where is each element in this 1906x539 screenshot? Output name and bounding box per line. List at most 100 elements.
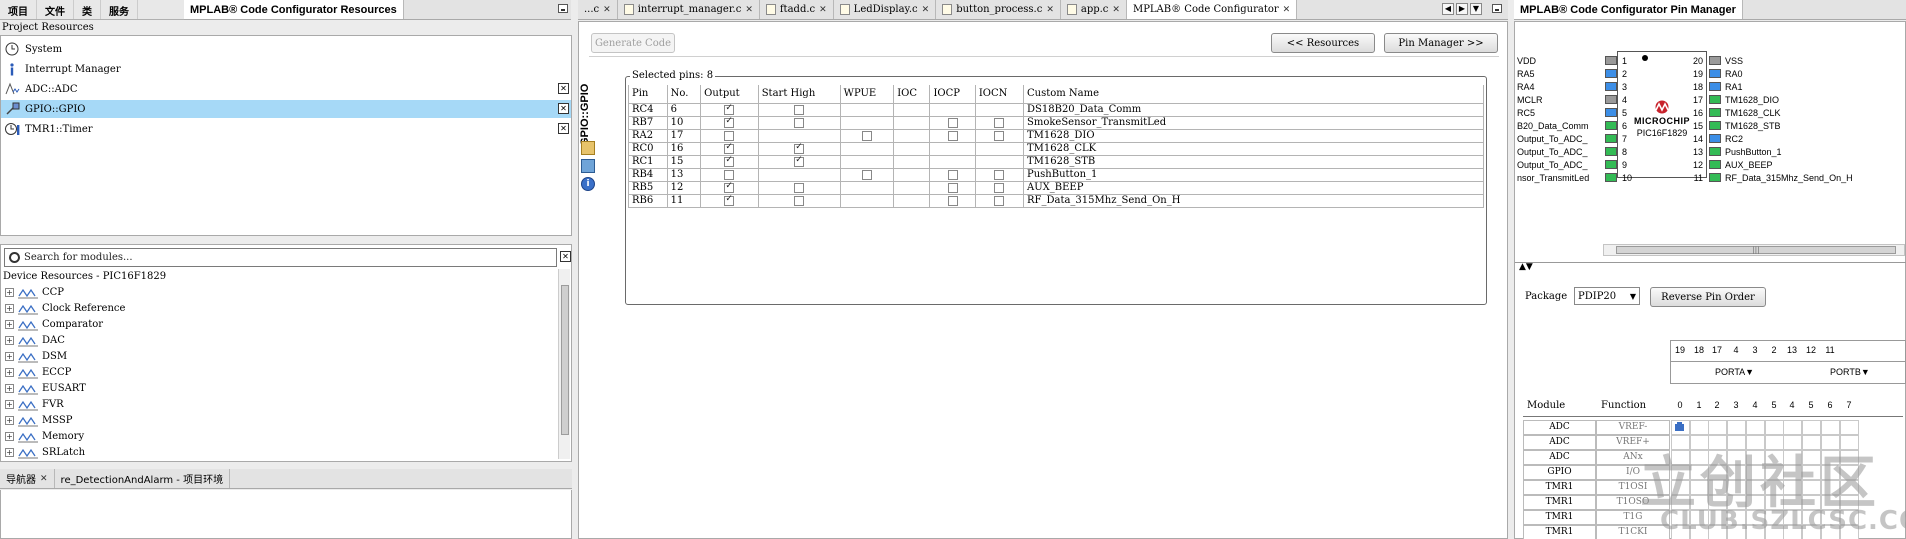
editor-tab[interactable]: LedDisplay.c ✕ bbox=[834, 0, 937, 19]
resource-item[interactable]: System bbox=[5, 40, 555, 58]
output-checkbox[interactable] bbox=[724, 155, 735, 167]
expand-icon[interactable]: + bbox=[5, 384, 14, 393]
expand-icon[interactable]: + bbox=[5, 448, 14, 457]
output-checkbox[interactable] bbox=[724, 194, 735, 206]
pin-indicator[interactable] bbox=[1605, 82, 1617, 91]
info-icon[interactable]: i bbox=[581, 177, 595, 191]
expand-icon[interactable]: + bbox=[5, 336, 14, 345]
checkbox[interactable] bbox=[794, 117, 805, 128]
checkbox[interactable] bbox=[947, 182, 958, 193]
menu-item[interactable]: 类 bbox=[74, 0, 101, 19]
checkbox[interactable] bbox=[947, 169, 958, 180]
checkbox[interactable] bbox=[994, 195, 1005, 206]
pin-indicator[interactable] bbox=[1605, 160, 1617, 169]
pin-grid-cell[interactable] bbox=[1708, 420, 1727, 435]
custom-name-cell[interactable]: SmokeSensor_TransmitLed bbox=[1023, 115, 1484, 130]
expand-icon[interactable]: + bbox=[5, 400, 14, 409]
tab-project-env[interactable]: re_DetectionAndAlarm - 项目环境 bbox=[55, 469, 231, 488]
resource-item[interactable]: GPIO::GPIO bbox=[1, 100, 571, 118]
checkbox[interactable] bbox=[861, 130, 872, 141]
checkbox[interactable] bbox=[947, 195, 958, 206]
pin-indicator[interactable] bbox=[1605, 134, 1617, 143]
resources-button[interactable]: << Resources bbox=[1271, 33, 1375, 53]
close-icon[interactable]: ✕ bbox=[1112, 5, 1120, 15]
lock-icon[interactable] bbox=[1671, 420, 1690, 435]
package-select[interactable]: PDIP20 ▼ bbox=[1574, 287, 1640, 305]
pin-indicator[interactable] bbox=[1709, 121, 1721, 130]
port-a-label[interactable]: PORTA▼ bbox=[1715, 367, 1754, 377]
diagram-scrollbar[interactable]: ||| bbox=[1603, 244, 1905, 256]
device-resource-item[interactable]: + CCP bbox=[5, 285, 64, 300]
editor-tab[interactable]: MPLAB® Code Configurator ✕ bbox=[1126, 0, 1298, 19]
custom-name-cell[interactable]: TM1628_DIO bbox=[1023, 128, 1484, 143]
generate-code-button[interactable]: Generate Code bbox=[591, 33, 675, 53]
pin-indicator[interactable] bbox=[1709, 95, 1721, 104]
close-icon[interactable]: ✕ bbox=[819, 5, 827, 15]
expand-icon[interactable]: + bbox=[5, 368, 14, 377]
output-checkbox[interactable] bbox=[724, 103, 735, 115]
checkbox[interactable] bbox=[994, 130, 1005, 141]
device-resource-item[interactable]: + DSM bbox=[5, 349, 67, 364]
checkbox[interactable] bbox=[794, 104, 805, 115]
pin-indicator[interactable] bbox=[1709, 134, 1721, 143]
pin-indicator[interactable] bbox=[1605, 121, 1617, 130]
pin-indicator[interactable] bbox=[1605, 95, 1617, 104]
reverse-pin-order-button[interactable]: Reverse Pin Order bbox=[1650, 287, 1766, 307]
pin-grid-cell[interactable] bbox=[1840, 420, 1859, 435]
pin-grid-cell[interactable] bbox=[1802, 420, 1821, 435]
pin-manager-button[interactable]: Pin Manager >> bbox=[1384, 33, 1498, 53]
registers-icon[interactable] bbox=[581, 159, 595, 173]
scroll-right-icon[interactable]: ▶ bbox=[1456, 3, 1468, 15]
menu-item[interactable]: 服务 bbox=[101, 0, 138, 19]
collapse-arrows-icon[interactable]: ▲▼ bbox=[1519, 262, 1533, 272]
resource-item[interactable]: ADC::ADC bbox=[5, 80, 555, 98]
pin-grid-cell[interactable] bbox=[1746, 420, 1765, 435]
output-checkbox[interactable] bbox=[724, 169, 735, 180]
expand-icon[interactable]: + bbox=[5, 288, 14, 297]
search-input[interactable]: Search for modules... bbox=[24, 252, 133, 263]
remove-resource-button[interactable]: ✕ bbox=[558, 103, 569, 114]
pin-indicator[interactable] bbox=[1709, 82, 1721, 91]
pin-indicator[interactable] bbox=[1709, 173, 1721, 182]
port-b-label[interactable]: PORTB▼ bbox=[1830, 367, 1870, 377]
pin-grid-cell[interactable] bbox=[1783, 420, 1802, 435]
device-resource-item[interactable]: + ECCP bbox=[5, 365, 71, 380]
remove-resource-button[interactable]: ✕ bbox=[558, 83, 569, 94]
checkbox[interactable] bbox=[861, 169, 872, 180]
expand-icon[interactable]: + bbox=[5, 416, 14, 425]
pin-indicator[interactable] bbox=[1605, 147, 1617, 156]
tab-navigator[interactable]: 导航器 ✕ bbox=[0, 469, 55, 488]
pin-indicator[interactable] bbox=[1709, 56, 1721, 65]
pin-grid-cell[interactable] bbox=[1821, 420, 1840, 435]
custom-name-cell[interactable]: RF_Data_315Mhz_Send_On_H bbox=[1023, 193, 1484, 208]
menu-item[interactable]: 文件 bbox=[37, 0, 74, 19]
scrollbar[interactable] bbox=[558, 269, 570, 459]
editor-tab[interactable]: ftadd.c ✕ bbox=[760, 0, 834, 19]
pin-indicator[interactable] bbox=[1709, 160, 1721, 169]
checkbox[interactable] bbox=[994, 182, 1005, 193]
pin-indicator[interactable] bbox=[1605, 108, 1617, 117]
pin-grid-cell[interactable] bbox=[1765, 420, 1784, 435]
editor-tab[interactable]: app.c ✕ bbox=[1061, 0, 1127, 19]
output-checkbox[interactable] bbox=[724, 181, 735, 193]
editor-tab[interactable]: button_process.c ✕ bbox=[936, 0, 1061, 19]
pin-indicator[interactable] bbox=[1709, 69, 1721, 78]
pin-indicator[interactable] bbox=[1605, 56, 1617, 65]
editor-minimize-button[interactable] bbox=[1492, 4, 1502, 13]
close-icon[interactable]: ✕ bbox=[603, 5, 611, 15]
checkbox[interactable] bbox=[794, 182, 805, 193]
tab-nav-arrows[interactable]: ◀ ▶ ▼ bbox=[1442, 3, 1482, 15]
close-icon[interactable]: ✕ bbox=[745, 5, 753, 15]
device-resource-item[interactable]: + MSSP bbox=[5, 413, 73, 428]
close-icon[interactable]: ✕ bbox=[40, 474, 48, 484]
pin-grid-cell[interactable] bbox=[1727, 420, 1746, 435]
remove-resource-button[interactable]: ✕ bbox=[558, 123, 569, 134]
tab-pin-manager[interactable]: MPLAB® Code Configurator Pin Manager bbox=[1514, 0, 1743, 19]
pin-grid-cell[interactable] bbox=[1690, 420, 1709, 435]
expand-icon[interactable]: + bbox=[5, 304, 14, 313]
pin-indicator[interactable] bbox=[1709, 147, 1721, 156]
search-box[interactable]: Search for modules... bbox=[4, 248, 557, 267]
checkbox[interactable] bbox=[794, 195, 805, 206]
pin-indicator[interactable] bbox=[1605, 173, 1617, 182]
output-checkbox[interactable] bbox=[724, 130, 735, 141]
